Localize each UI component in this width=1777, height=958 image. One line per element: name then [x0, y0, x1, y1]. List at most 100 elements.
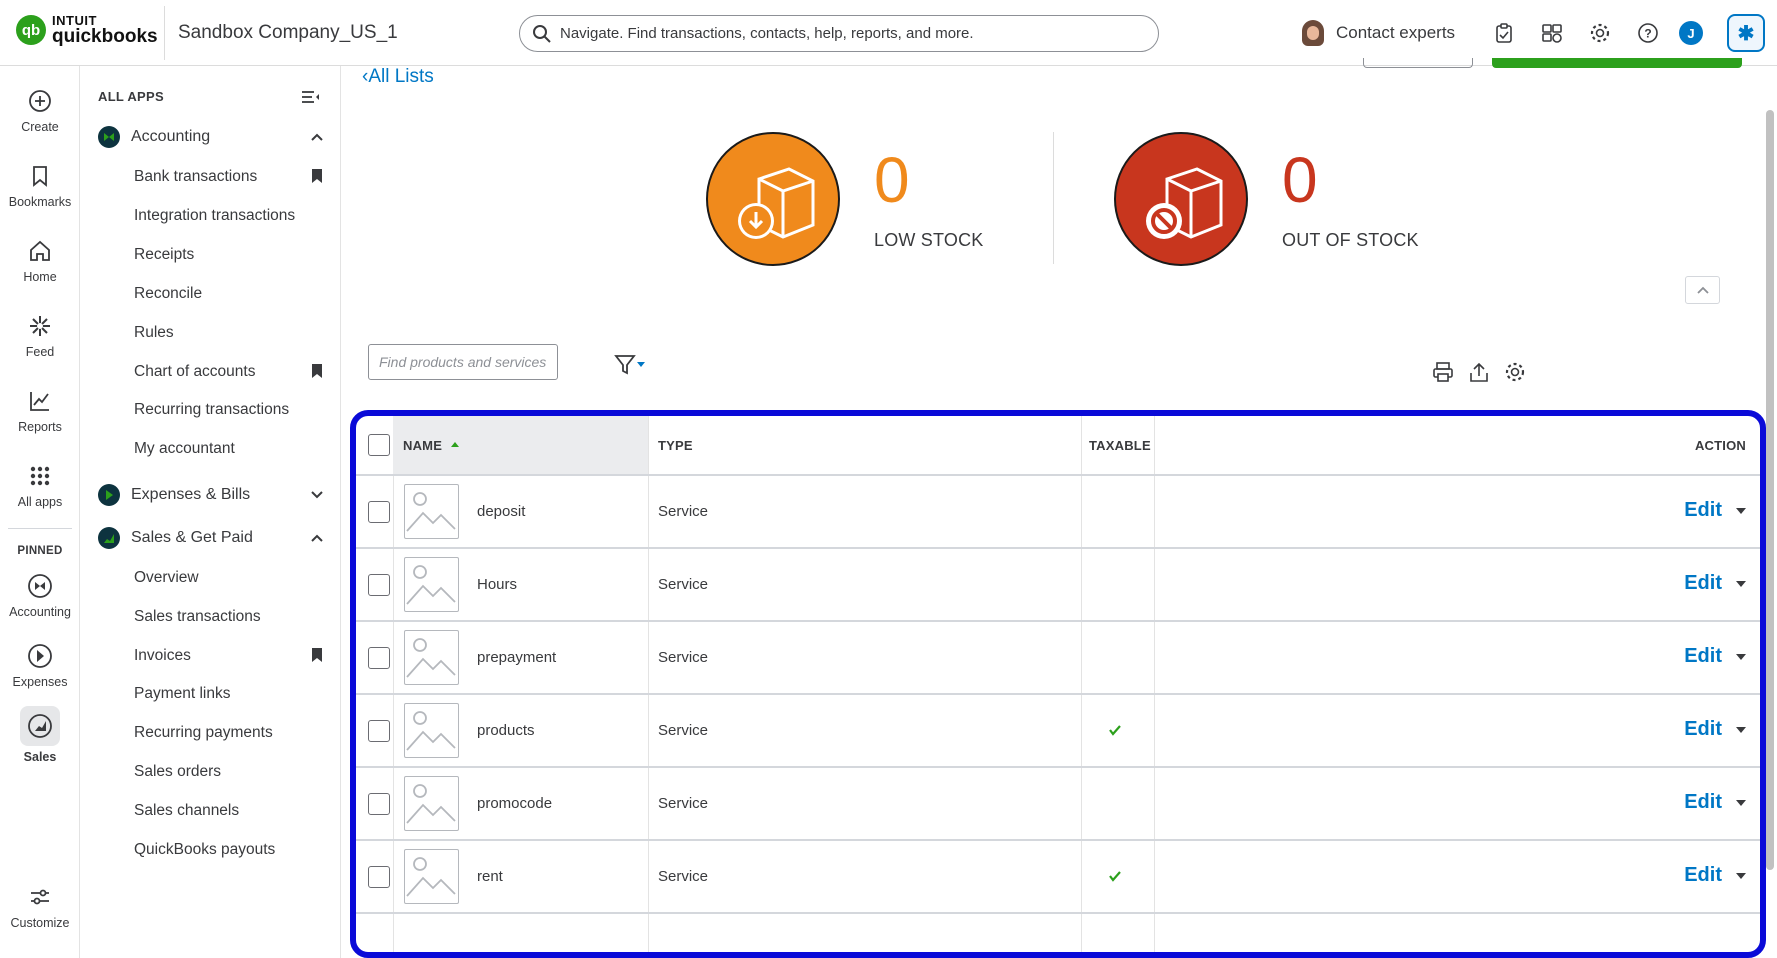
- rail-pinned-sales[interactable]: Sales: [0, 706, 80, 764]
- nav-section-expenses[interactable]: Expenses & Bills: [98, 484, 324, 506]
- bookmark-filled-icon[interactable]: [310, 363, 324, 379]
- export-icon[interactable]: [1468, 361, 1490, 383]
- nav-item-integration-transactions[interactable]: Integration transactions: [134, 207, 324, 225]
- nav-section-sales[interactable]: Sales & Get Paid: [98, 527, 324, 549]
- partial-primary-button[interactable]: [1492, 58, 1742, 68]
- row-name[interactable]: promocode: [477, 795, 552, 812]
- low-stock-widget[interactable]: 0 LOW STOCK: [706, 132, 983, 266]
- row-type: Service: [658, 649, 709, 666]
- nav-item-receipts[interactable]: Receipts: [134, 246, 324, 264]
- row-checkbox[interactable]: [368, 574, 390, 596]
- row-name[interactable]: prepayment: [477, 649, 556, 666]
- bookmark-filled-icon[interactable]: [310, 168, 324, 184]
- partial-button[interactable]: [1363, 58, 1473, 68]
- nav-item-payment-links[interactable]: Payment links: [134, 685, 324, 703]
- caret-down-icon[interactable]: [1736, 507, 1746, 514]
- bookmark-filled-icon[interactable]: [310, 647, 324, 663]
- table-row[interactable]: Hours Service Edit: [356, 549, 1760, 622]
- out-of-stock-widget[interactable]: 0 OUT OF STOCK: [1114, 132, 1419, 266]
- company-name[interactable]: Sandbox Company_US_1: [178, 22, 398, 44]
- row-name[interactable]: deposit: [477, 503, 525, 520]
- image-placeholder-icon[interactable]: [404, 776, 459, 831]
- row-edit-button[interactable]: Edit: [1684, 572, 1746, 595]
- image-placeholder-icon[interactable]: [404, 849, 459, 904]
- nav-section-accounting[interactable]: Accounting: [98, 126, 324, 148]
- caret-down-icon[interactable]: [1736, 653, 1746, 660]
- column-header-taxable[interactable]: TAXABLE: [1089, 416, 1151, 474]
- row-name[interactable]: Hours: [477, 576, 517, 593]
- caret-down-icon[interactable]: [1736, 872, 1746, 879]
- image-placeholder-icon[interactable]: [404, 630, 459, 685]
- clipboard-icon[interactable]: [1493, 22, 1515, 44]
- nav-item-sales-transactions[interactable]: Sales transactions: [134, 608, 324, 626]
- find-products-input[interactable]: [368, 344, 558, 380]
- nav-item-overview[interactable]: Overview: [134, 569, 324, 587]
- gear-icon[interactable]: [1589, 22, 1611, 44]
- caret-down-icon[interactable]: [1736, 580, 1746, 587]
- nav-item-chart-of-accounts[interactable]: Chart of accounts: [134, 363, 324, 381]
- rail-feed-label: Feed: [25, 345, 55, 359]
- nav-item-rules[interactable]: Rules: [134, 324, 324, 342]
- collapse-menu-icon[interactable]: [300, 88, 320, 106]
- nav-item-recurring-payments[interactable]: Recurring payments: [134, 724, 324, 742]
- nav-item-bank-transactions[interactable]: Bank transactions: [134, 168, 324, 186]
- print-icon[interactable]: [1432, 361, 1454, 383]
- row-name[interactable]: rent: [477, 868, 503, 885]
- select-all-checkbox[interactable]: [368, 434, 390, 456]
- rail-pinned-expenses[interactable]: Expenses: [0, 641, 80, 689]
- row-checkbox[interactable]: [368, 647, 390, 669]
- page-scrollbar[interactable]: [1766, 110, 1774, 870]
- filter-icon[interactable]: [614, 354, 646, 376]
- collapse-stock-button[interactable]: [1685, 276, 1720, 304]
- rail-all-apps[interactable]: All apps: [0, 461, 80, 509]
- nav-item-reconcile[interactable]: Reconcile: [134, 285, 324, 303]
- row-edit-button[interactable]: Edit: [1684, 864, 1746, 887]
- rail-home[interactable]: Home: [0, 236, 80, 284]
- rail-bookmarks-label: Bookmarks: [8, 195, 72, 209]
- row-edit-button[interactable]: Edit: [1684, 499, 1746, 522]
- nav-item-sales-channels[interactable]: Sales channels: [134, 802, 324, 820]
- rail-create[interactable]: Create: [0, 86, 80, 134]
- contact-experts-button[interactable]: Contact experts: [1302, 20, 1455, 46]
- nav-item-quickbooks-payouts[interactable]: QuickBooks payouts: [134, 841, 324, 859]
- column-header-name[interactable]: NAME: [393, 416, 648, 474]
- row-edit-button[interactable]: Edit: [1684, 791, 1746, 814]
- caret-down-icon[interactable]: [1736, 726, 1746, 733]
- row-edit-button[interactable]: Edit: [1684, 645, 1746, 668]
- nav-item-recurring-transactions[interactable]: Recurring transactions: [134, 401, 324, 419]
- nav-item-label: Reconcile: [134, 285, 203, 302]
- nav-item-my-accountant[interactable]: My accountant: [134, 440, 324, 458]
- column-header-type[interactable]: TYPE: [658, 416, 693, 474]
- global-search-input[interactable]: Navigate. Find transactions, contacts, h…: [519, 15, 1159, 52]
- row-checkbox[interactable]: [368, 793, 390, 815]
- caret-down-icon[interactable]: [1736, 799, 1746, 806]
- rail-customize[interactable]: Customize: [0, 882, 80, 930]
- row-checkbox[interactable]: [368, 720, 390, 742]
- nav-item-sales-orders[interactable]: Sales orders: [134, 763, 324, 781]
- assistant-icon[interactable]: ✱: [1727, 14, 1765, 52]
- table-row[interactable]: deposit Service Edit: [356, 476, 1760, 549]
- nav-item-invoices[interactable]: Invoices: [134, 647, 324, 665]
- image-placeholder-icon[interactable]: [404, 703, 459, 758]
- rail-feed[interactable]: Feed: [0, 311, 80, 359]
- sales-icon: [28, 714, 52, 738]
- row-name[interactable]: products: [477, 722, 535, 739]
- rail-bookmarks[interactable]: Bookmarks: [0, 161, 80, 209]
- image-placeholder-icon[interactable]: [404, 484, 459, 539]
- image-placeholder-icon[interactable]: [404, 557, 459, 612]
- table-row[interactable]: promocode Service Edit: [356, 768, 1760, 841]
- all-lists-link[interactable]: ‹All Lists: [362, 66, 434, 88]
- apps-switch-icon[interactable]: [1541, 22, 1563, 44]
- table-row[interactable]: prepayment Service Edit: [356, 622, 1760, 695]
- help-icon[interactable]: ?: [1637, 22, 1659, 44]
- table-settings-gear-icon[interactable]: [1504, 361, 1526, 383]
- rail-pinned-accounting[interactable]: Accounting: [0, 571, 80, 619]
- user-avatar[interactable]: J: [1679, 21, 1703, 45]
- table-row[interactable]: products Service Edit: [356, 695, 1760, 768]
- row-checkbox[interactable]: [368, 866, 390, 888]
- quickbooks-logo[interactable]: qb INTUIT quickbooks: [16, 14, 158, 46]
- row-checkbox[interactable]: [368, 501, 390, 523]
- table-row[interactable]: rent Service Edit: [356, 841, 1760, 914]
- row-edit-button[interactable]: Edit: [1684, 718, 1746, 741]
- rail-reports[interactable]: Reports: [0, 386, 80, 434]
